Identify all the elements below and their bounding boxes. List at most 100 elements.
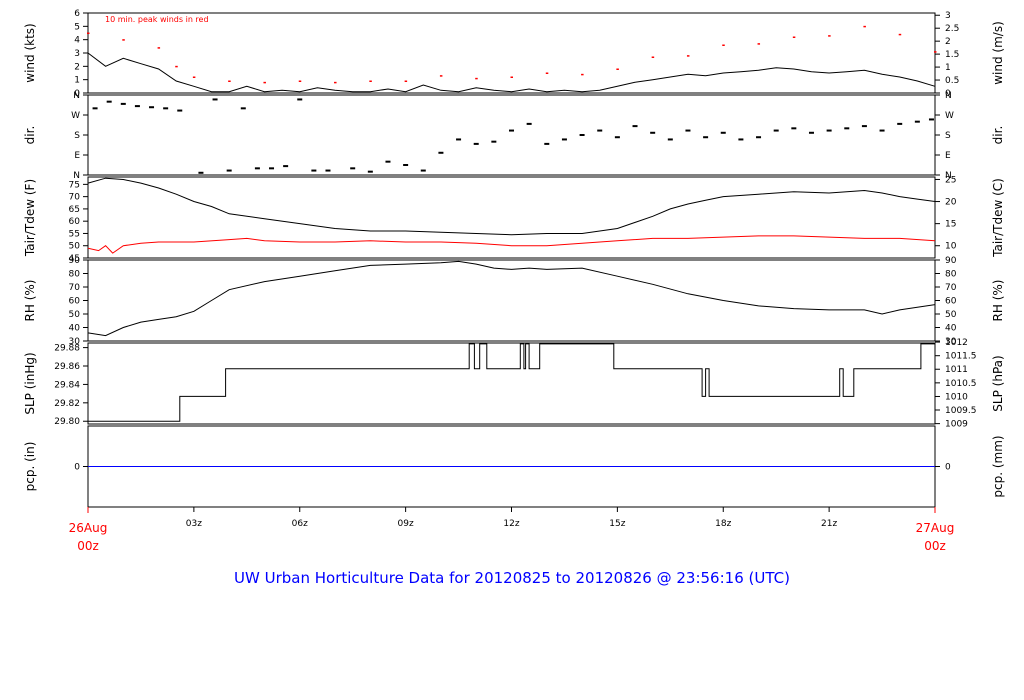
data-point	[175, 65, 178, 68]
data-point	[297, 98, 303, 101]
y-tick-label-left: W	[71, 111, 80, 121]
data-point	[545, 72, 549, 74]
data-point	[122, 39, 125, 41]
data-point	[403, 164, 409, 166]
y-tick-label-left: 50	[69, 242, 81, 252]
data-point	[667, 138, 673, 141]
y-tick-label-right: 80	[945, 270, 957, 280]
data-point	[685, 129, 691, 132]
y-tick-label-right: 90	[945, 256, 957, 266]
y-tick-label-left: 1	[74, 76, 80, 86]
data-point	[897, 122, 903, 125]
y-tick-label-right: 1.5	[945, 50, 959, 60]
y-tick-label-right: 50	[945, 310, 957, 320]
y-tick-label-left: 6	[74, 9, 80, 19]
data-point	[298, 80, 302, 82]
data-point	[579, 134, 585, 136]
y-tick-label-left: 90	[69, 256, 81, 266]
data-point	[879, 129, 885, 132]
data-point	[651, 56, 655, 58]
y-tick-label-left: 29.86	[54, 362, 80, 372]
y-tick-label-right: 10	[945, 242, 957, 252]
y-tick-label-left: 70	[69, 193, 81, 203]
y-tick-label-right: 70	[945, 283, 957, 293]
y-tick-label-right: 1012	[945, 338, 968, 348]
panel-wind: 012345600.511.522.53wind (kts) wind (m/s)…	[23, 9, 1005, 99]
x-tick-label: 21z	[821, 519, 837, 529]
y-tick-label-right: 1011.5	[945, 352, 977, 362]
data-point	[773, 129, 779, 132]
data-point	[844, 127, 850, 130]
data-point	[92, 107, 98, 110]
series-rh-0	[87, 260, 936, 337]
y-axis-label-left: dir.	[23, 126, 37, 145]
series-temp-1	[87, 235, 936, 254]
data-point	[212, 98, 218, 101]
data-point	[863, 25, 866, 28]
data-point	[149, 106, 155, 109]
data-point	[475, 77, 478, 80]
data-point	[177, 109, 183, 112]
data-point	[808, 131, 814, 134]
y-tick-label-right: 20	[945, 198, 957, 208]
y-tick-label-left: 75	[69, 180, 80, 190]
y-tick-label-left: 55	[69, 229, 80, 239]
data-point	[369, 80, 372, 82]
data-point	[928, 118, 934, 121]
chart-title: UW Urban Horticulture Data for 20120825 …	[234, 569, 790, 587]
y-tick-label-right: 2	[945, 37, 951, 47]
y-axis-label-right: wind (m/s)	[991, 21, 1005, 85]
data-point	[914, 120, 920, 123]
panel-frame	[87, 342, 936, 425]
y-tick-label-left: 29.84	[54, 380, 80, 390]
y-tick-label-left: 60	[69, 217, 81, 227]
data-point	[544, 142, 550, 145]
y-tick-label-right: 1010	[945, 392, 968, 402]
series-temp-0	[87, 177, 936, 236]
data-point	[703, 136, 709, 139]
y-tick-label-left: S	[74, 131, 80, 141]
panel-rh: 3040506070809030405060708090RH (%) RH (%)	[23, 256, 1005, 347]
y-axis-label-left: SLP (inHg)	[23, 352, 37, 414]
data-point	[756, 136, 762, 139]
data-point	[269, 167, 275, 170]
y-tick-label-right: E	[945, 151, 951, 161]
y-tick-label-right: 1010.5	[945, 379, 977, 389]
data-point	[826, 129, 832, 132]
data-point	[228, 80, 231, 82]
x-start-date-label: 26Aug	[69, 521, 108, 535]
data-point	[157, 47, 161, 49]
y-tick-label-left: 3	[74, 49, 80, 59]
data-point	[898, 33, 902, 36]
data-point	[792, 36, 796, 38]
data-point	[134, 105, 140, 108]
data-point	[263, 81, 266, 84]
y-tick-label-right: 1009.5	[945, 406, 977, 416]
data-point	[828, 35, 831, 37]
y-tick-label-right: W	[945, 111, 954, 121]
y-tick-label-left: 60	[69, 297, 81, 307]
series-wind-0	[87, 52, 936, 93]
series-slp-0	[88, 343, 935, 422]
y-tick-label-left: 70	[69, 283, 81, 293]
y-tick-label-left: 29.82	[54, 399, 80, 409]
y-tick-label-right: 2.5	[945, 24, 959, 34]
x-tick-label: 12z	[503, 519, 519, 529]
y-tick-label-left: 29.80	[54, 417, 80, 427]
y-tick-label-left: 40	[69, 324, 81, 334]
data-point	[325, 169, 331, 172]
x-end-date-label: 27Aug	[916, 521, 955, 535]
x-tick-label: 15z	[609, 519, 625, 529]
data-point	[561, 138, 567, 141]
y-tick-label-right: N	[945, 91, 952, 101]
y-tick-label-left: 50	[69, 310, 81, 320]
y-tick-label-right: 40	[945, 324, 957, 334]
y-tick-label-right: 15	[945, 220, 956, 230]
weather-chart: 012345600.511.522.53wind (kts) wind (m/s)…	[23, 9, 1005, 587]
data-point	[686, 55, 690, 57]
y-tick-label-right: 3	[945, 11, 951, 21]
y-tick-label-left: 5	[74, 22, 80, 32]
data-point	[614, 136, 620, 139]
y-tick-label-right: 1009	[945, 420, 968, 430]
y-tick-label-right: 0.5	[945, 76, 959, 86]
